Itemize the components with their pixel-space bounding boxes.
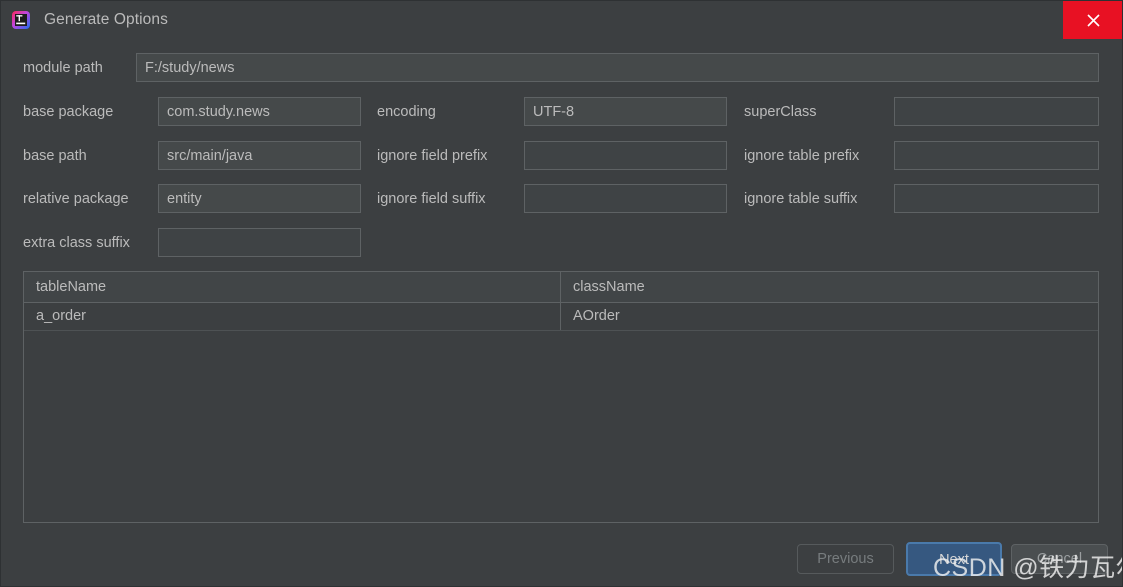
encoding-label: encoding [377, 104, 436, 120]
ignore-table-suffix-label: ignore table suffix [744, 191, 858, 207]
ignore-table-suffix-label-row: ignore table suffix [744, 184, 857, 214]
cancel-button[interactable]: Cancel [1011, 544, 1108, 574]
ignore-field-prefix-label: ignore field prefix [377, 148, 488, 164]
cell-classname: AOrder [573, 308, 620, 324]
encoding-label-row: encoding [377, 97, 436, 127]
generate-options-dialog: Generate Options module path base packag… [0, 0, 1123, 587]
extra-class-suffix-input[interactable] [158, 228, 361, 257]
module-path-label: module path [23, 60, 103, 76]
table-header-classname[interactable]: className [561, 272, 1098, 302]
window-title: Generate Options [44, 11, 168, 28]
table-row[interactable]: a_order AOrder [24, 303, 1098, 331]
ignore-table-prefix-label-row: ignore table prefix [744, 141, 859, 171]
close-icon [1087, 13, 1100, 27]
tables-table[interactable]: tableName className a_order AOrder [23, 271, 1099, 523]
ignore-field-prefix-input[interactable] [524, 141, 727, 170]
extra-class-suffix-label-row: extra class suffix [23, 228, 130, 258]
ignore-table-prefix-input[interactable] [894, 141, 1099, 170]
close-button[interactable] [1063, 1, 1122, 39]
ignore-field-prefix-label-row: ignore field prefix [377, 141, 487, 171]
base-path-label-row: base path [23, 141, 87, 171]
next-button[interactable]: Next [906, 542, 1002, 576]
ignore-table-suffix-input[interactable] [894, 184, 1099, 213]
intellij-idea-icon [11, 10, 31, 30]
module-path-label-row: module path [23, 53, 103, 83]
relative-package-input[interactable] [158, 184, 361, 213]
base-package-input[interactable] [158, 97, 361, 126]
cell-tablename: a_order [24, 303, 561, 330]
super-class-label: superClass [744, 104, 817, 120]
module-path-input[interactable] [136, 53, 1099, 82]
previous-button[interactable]: Previous [797, 544, 894, 574]
ignore-field-suffix-input[interactable] [524, 184, 727, 213]
relative-package-label: relative package [23, 191, 129, 207]
encoding-input[interactable] [524, 97, 727, 126]
super-class-label-row: superClass [744, 97, 817, 127]
relative-package-label-row: relative package [23, 184, 129, 214]
title-bar: Generate Options [1, 1, 1122, 39]
table-header-row: tableName className [24, 272, 1098, 303]
base-package-label: base package [23, 104, 114, 120]
ignore-table-prefix-label: ignore table prefix [744, 148, 860, 164]
ignore-field-suffix-label: ignore field suffix [377, 191, 486, 207]
base-path-input[interactable] [158, 141, 361, 170]
base-path-label: base path [23, 148, 87, 164]
ignore-field-suffix-label-row: ignore field suffix [377, 184, 486, 214]
base-package-label-row: base package [23, 97, 113, 127]
super-class-input[interactable] [894, 97, 1099, 126]
extra-class-suffix-label: extra class suffix [23, 235, 130, 251]
table-header-tablename[interactable]: tableName [24, 272, 561, 302]
